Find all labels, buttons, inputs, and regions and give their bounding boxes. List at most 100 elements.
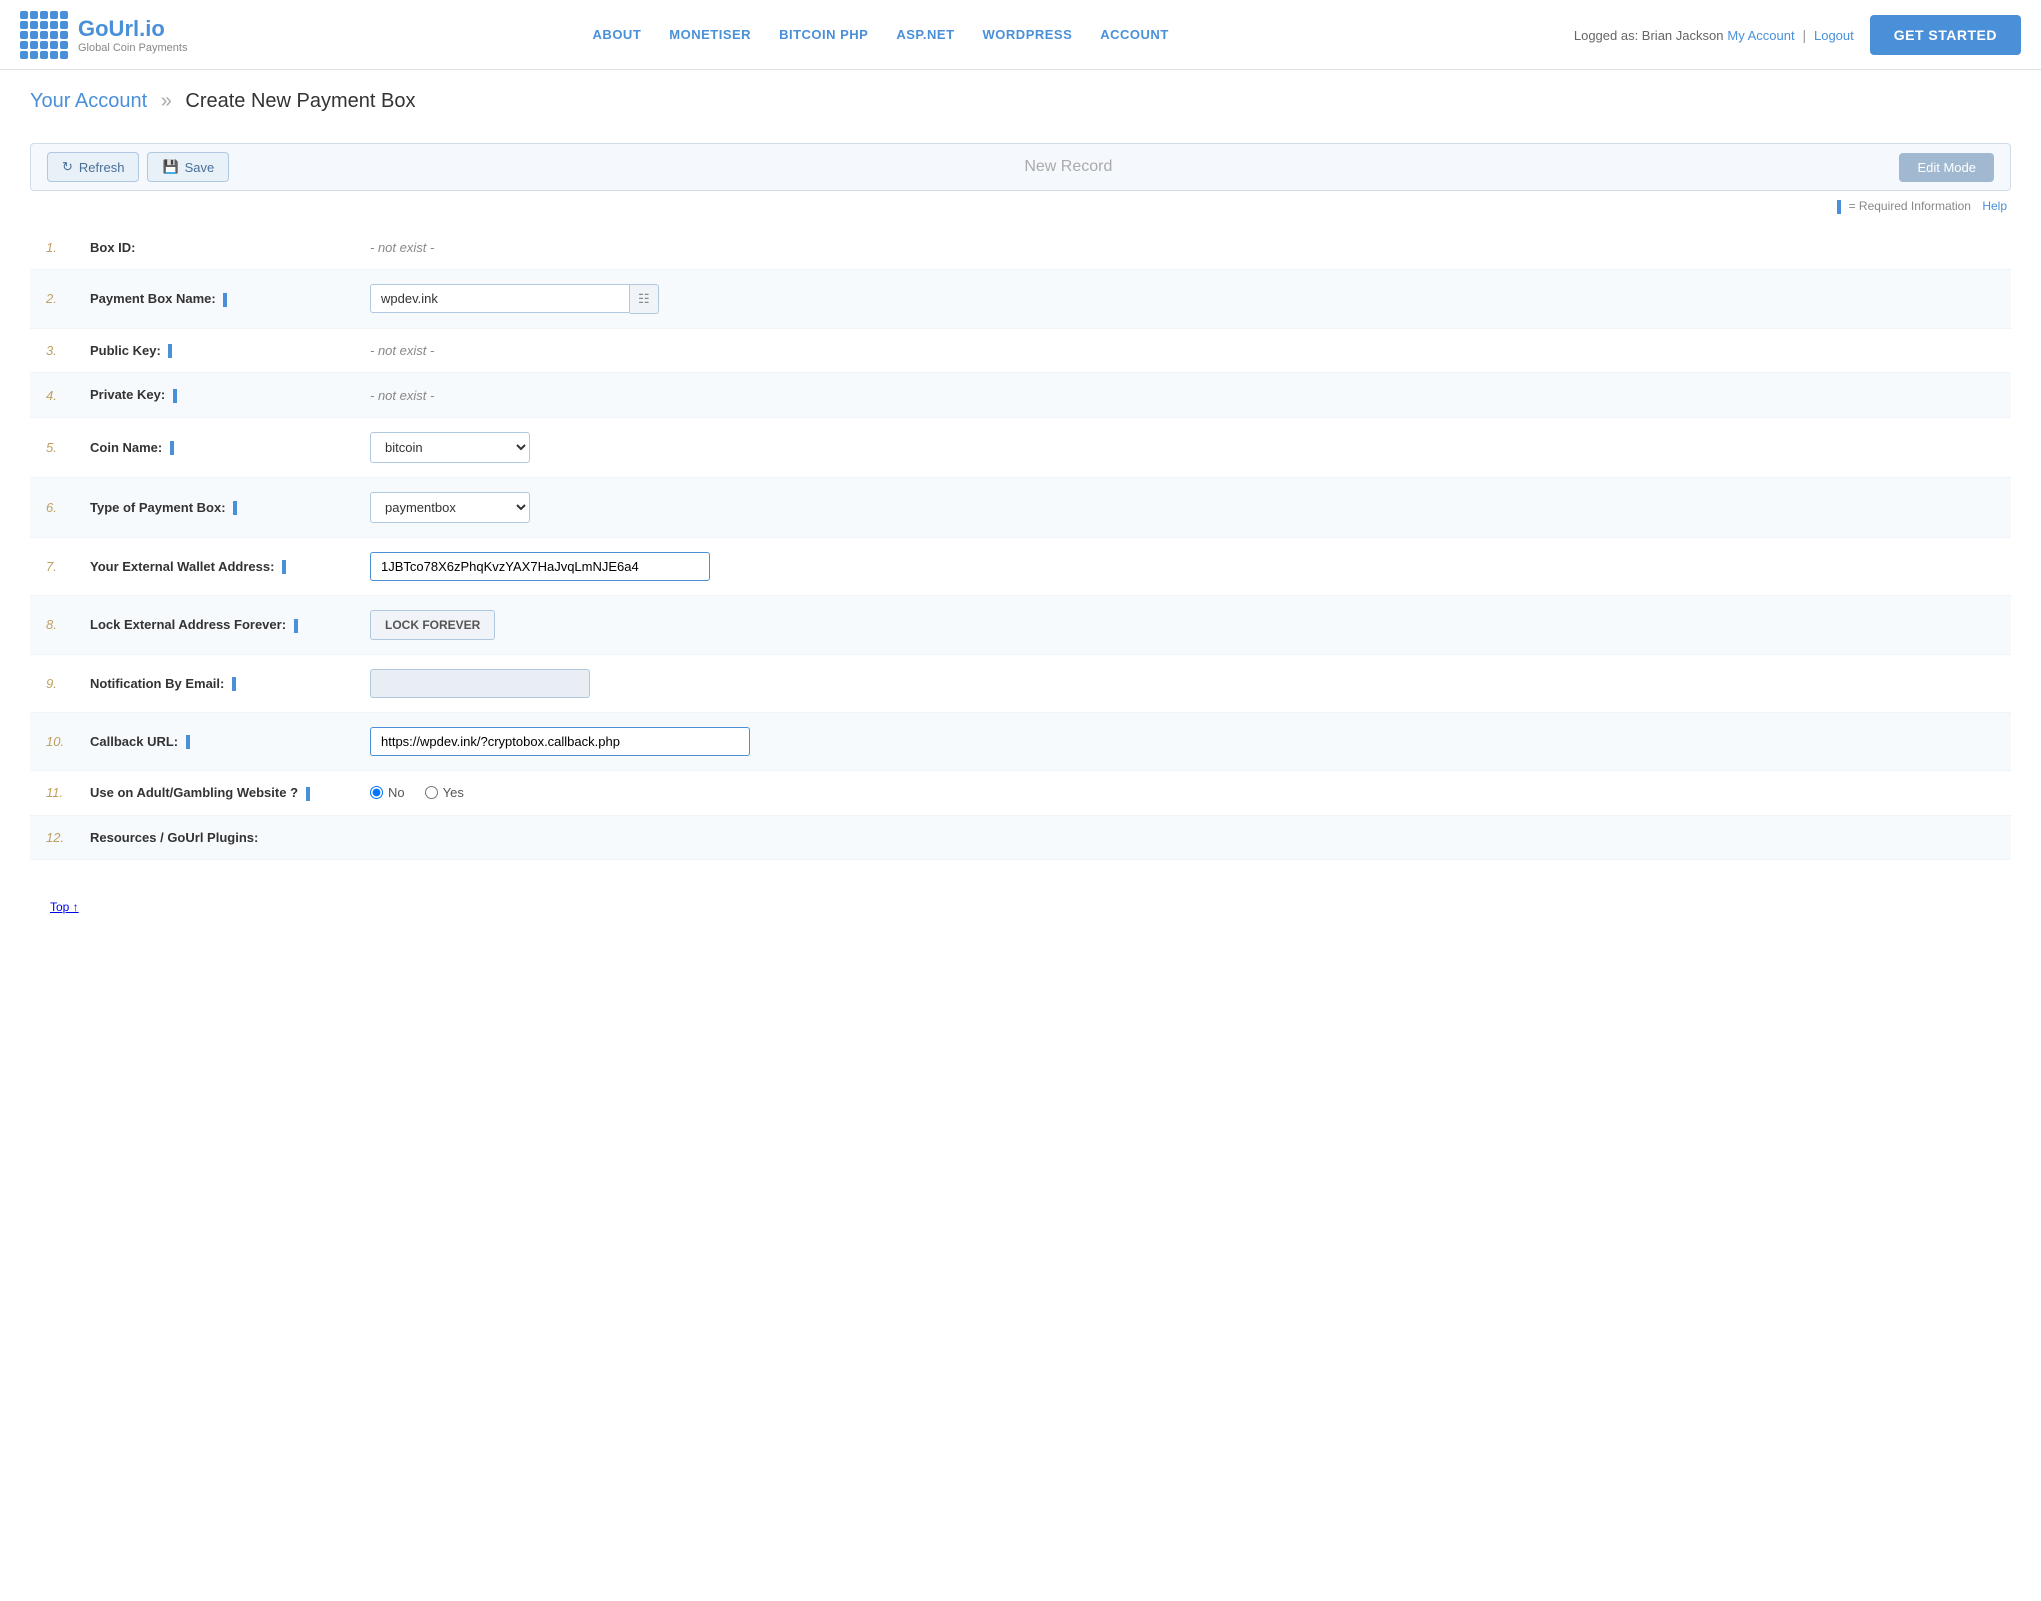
row-num-9: 9. — [30, 654, 80, 712]
table-row: 9. Notification By Email: — [30, 654, 2011, 712]
nav-account[interactable]: ACCOUNT — [1100, 27, 1169, 42]
row-num-5: 5. — [30, 417, 80, 477]
top-link[interactable]: Top ↑ — [50, 900, 79, 914]
radio-yes-text: Yes — [443, 785, 464, 800]
save-label: Save — [185, 160, 215, 175]
breadcrumb-separator: » — [161, 90, 172, 112]
row-num-12: 12. — [30, 815, 80, 859]
nav-bitcoin-php[interactable]: BITCOIN PHP — [779, 27, 868, 42]
required-indicator — [233, 501, 237, 515]
my-account-link[interactable]: My Account — [1727, 28, 1794, 43]
table-row: 7. Your External Wallet Address: — [30, 537, 2011, 595]
table-row: 1. Box ID: - not exist - — [30, 226, 2011, 270]
table-row: 2. Payment Box Name: ☷ — [30, 269, 2011, 328]
save-button[interactable]: 💾 Save — [147, 152, 229, 182]
row-label-coin-name: Coin Name: — [80, 417, 360, 477]
required-indicator — [232, 677, 236, 691]
list-icon[interactable]: ☷ — [630, 284, 659, 314]
breadcrumb: Your Account » Create New Payment Box — [0, 70, 2041, 133]
header-right: Logged as: Brian Jackson My Account | Lo… — [1574, 15, 2021, 55]
adult-gambling-radio-group: No Yes — [370, 785, 2001, 800]
row-num-10: 10. — [30, 712, 80, 770]
save-icon: 💾 — [162, 159, 178, 175]
logo-subtitle: Global Coin Payments — [78, 42, 187, 54]
private-key-value: - not exist - — [370, 388, 434, 403]
form-table: 1. Box ID: - not exist - 2. Payment Box … — [30, 226, 2011, 860]
refresh-button[interactable]: ↻ Refresh — [47, 152, 139, 182]
radio-no-label[interactable]: No — [370, 785, 405, 800]
payment-box-name-field-wrapper: ☷ — [370, 284, 2001, 314]
radio-yes-label[interactable]: Yes — [425, 785, 464, 800]
row-value-callback-url — [360, 712, 2011, 770]
payment-box-name-input[interactable] — [370, 284, 630, 313]
row-label-adult-gambling: Use on Adult/Gambling Website ? — [80, 770, 360, 815]
row-label-resources: Resources / GoUrl Plugins: — [80, 815, 360, 859]
row-label-wallet-address: Your External Wallet Address: — [80, 537, 360, 595]
required-indicator — [306, 787, 310, 801]
row-value-notification-email — [360, 654, 2011, 712]
row-label-public-key: Public Key: — [80, 328, 360, 373]
row-num-2: 2. — [30, 269, 80, 328]
required-indicator — [294, 619, 298, 633]
row-label-box-id: Box ID: — [80, 226, 360, 270]
required-indicator — [173, 389, 177, 403]
row-value-public-key: - not exist - — [360, 328, 2011, 373]
box-id-value: - not exist - — [370, 240, 434, 255]
row-label-callback-url: Callback URL: — [80, 712, 360, 770]
row-value-private-key: - not exist - — [360, 373, 2011, 418]
main-nav: ABOUT MONETISER BITCOIN PHP ASP.NET WORD… — [593, 27, 1169, 42]
required-note-text: = Required Information — [1849, 199, 1971, 213]
row-value-payment-box-name: ☷ — [360, 269, 2011, 328]
row-value-box-id: - not exist - — [360, 226, 2011, 270]
row-num-7: 7. — [30, 537, 80, 595]
footer-top: Top ↑ — [30, 890, 2011, 924]
nav-about[interactable]: ABOUT — [593, 27, 642, 42]
table-row: 4. Private Key: - not exist - — [30, 373, 2011, 418]
required-marker-icon — [1837, 200, 1841, 214]
table-row: 11. Use on Adult/Gambling Website ? No Y… — [30, 770, 2011, 815]
lock-forever-button[interactable]: LOCK FOREVER — [370, 610, 495, 640]
help-link[interactable]: Help — [1982, 199, 2007, 213]
table-row: 10. Callback URL: — [30, 712, 2011, 770]
toolbar: ↻ Refresh 💾 Save New Record Edit Mode — [30, 143, 2011, 191]
notification-email-input[interactable] — [370, 669, 590, 698]
table-row: 5. Coin Name: bitcoin litecoin dogecoin … — [30, 417, 2011, 477]
public-key-value: - not exist - — [370, 343, 434, 358]
row-num-1: 1. — [30, 226, 80, 270]
row-label-type-of-payment-box: Type of Payment Box: — [80, 477, 360, 537]
toolbar-center-label: New Record — [237, 158, 1899, 176]
refresh-label: Refresh — [79, 160, 125, 175]
table-row: 6. Type of Payment Box: paymentbox donat… — [30, 477, 2011, 537]
row-value-wallet-address — [360, 537, 2011, 595]
table-row: 12. Resources / GoUrl Plugins: — [30, 815, 2011, 859]
nav-asp-net[interactable]: ASP.NET — [896, 27, 954, 42]
row-label-private-key: Private Key: — [80, 373, 360, 418]
radio-yes[interactable] — [425, 786, 438, 799]
get-started-button[interactable]: GET STARTED — [1870, 15, 2021, 55]
row-value-coin-name: bitcoin litecoin dogecoin dash ethereum — [360, 417, 2011, 477]
table-row: 8. Lock External Address Forever: LOCK F… — [30, 595, 2011, 654]
type-of-payment-box-select[interactable]: paymentbox donationbox invoicebox — [370, 492, 530, 523]
radio-no[interactable] — [370, 786, 383, 799]
logged-as-text: Logged as: Brian Jackson — [1574, 28, 1724, 43]
wallet-address-input[interactable] — [370, 552, 710, 581]
logout-link[interactable]: Logout — [1814, 28, 1854, 43]
row-label-lock-address: Lock External Address Forever: — [80, 595, 360, 654]
main-content: ↻ Refresh 💾 Save New Record Edit Mode = … — [0, 133, 2041, 964]
row-value-type-of-payment-box: paymentbox donationbox invoicebox — [360, 477, 2011, 537]
row-label-payment-box-name: Payment Box Name: — [80, 269, 360, 328]
row-label-notification-email: Notification By Email: — [80, 654, 360, 712]
callback-url-input[interactable] — [370, 727, 750, 756]
coin-name-select[interactable]: bitcoin litecoin dogecoin dash ethereum — [370, 432, 530, 463]
nav-wordpress[interactable]: WORDPRESS — [983, 27, 1073, 42]
required-indicator — [170, 441, 174, 455]
logo-icon — [20, 11, 68, 59]
radio-no-text: No — [388, 785, 405, 800]
row-num-3: 3. — [30, 328, 80, 373]
breadcrumb-your-account[interactable]: Your Account — [30, 90, 147, 112]
row-num-8: 8. — [30, 595, 80, 654]
nav-monetiser[interactable]: MONETISER — [669, 27, 751, 42]
edit-mode-button[interactable]: Edit Mode — [1899, 153, 1994, 182]
row-num-11: 11. — [30, 770, 80, 815]
row-value-resources — [360, 815, 2011, 859]
